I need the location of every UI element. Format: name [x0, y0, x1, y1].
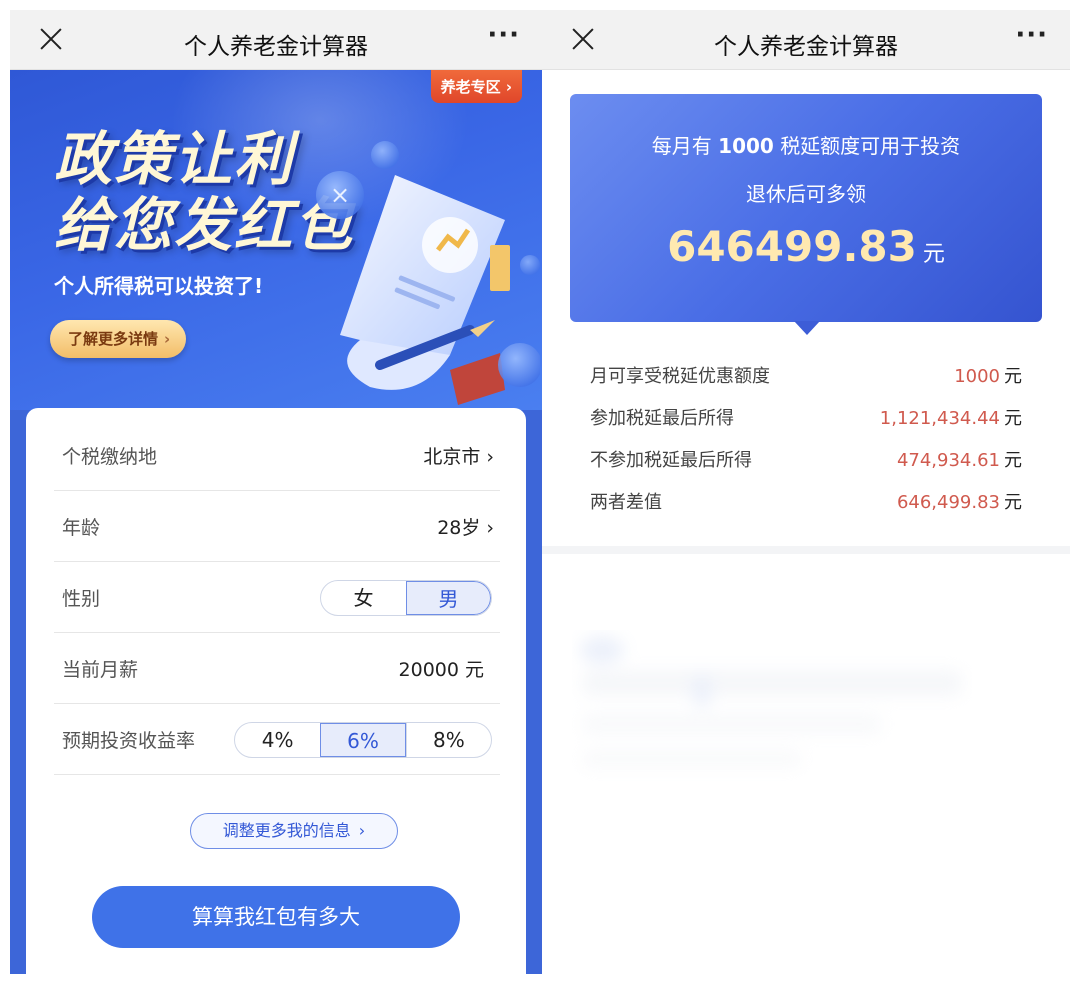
page-title: 个人养老金计算器 [714, 34, 898, 60]
section-divider [542, 546, 1070, 554]
promo-banner[interactable]: 养老专区 › 政策让利 给您发红包 个人所得税可以投资了! 了解更多详情 › × [10, 70, 542, 410]
page-title: 个人养老金计算器 [184, 34, 368, 60]
age-row[interactable]: 年龄 28岁 › [54, 491, 500, 562]
calculator-form-screen: 个人养老金计算器 ··· 养老专区 › 政策让利 给您发红包 个人所得税可以投资… [10, 10, 542, 974]
nav-bar: 个人养老金计算器 ··· [10, 10, 542, 70]
rate-option-6[interactable]: 6% [320, 723, 406, 757]
extra-payout-caption: 退休后可多领 [746, 182, 866, 206]
calculator-result-screen: 个人养老金计算器 ··· 每月有 1000 税延额度可用于投资 退休后可多领 6… [542, 10, 1070, 974]
extra-payout-amount: 646499.83 元 [667, 222, 945, 271]
return-rate-selector[interactable]: 4% 6% 8% [234, 722, 492, 758]
age-value: 28岁 › [437, 517, 494, 539]
gender-option-male[interactable]: 男 [405, 581, 491, 615]
chevron-right-icon: › [486, 446, 494, 468]
chevron-right-icon: › [358, 821, 366, 840]
svg-text:×: × [330, 181, 350, 209]
adjust-info-button[interactable]: 调整更多我的信息 › [190, 813, 398, 849]
gender-option-female[interactable]: 女 [321, 581, 406, 615]
calculate-button[interactable]: 算算我红包有多大 [92, 886, 460, 948]
rate-option-4[interactable]: 4% [235, 723, 320, 757]
info-form-card: 个税缴纳地 北京市 › 年龄 28岁 › 性别 女 男 当前月薪 20000 元 预… [26, 408, 526, 974]
more-menu-icon[interactable]: ··· [1015, 20, 1048, 50]
nav-bar: 个人养老金计算器 ··· [542, 10, 1070, 70]
detail-row: 不参加税延最后所得 474,934.61 元 [590, 450, 1022, 471]
document-pen-illustration: × [316, 141, 540, 405]
result-summary-card: 每月有 1000 税延额度可用于投资 退休后可多领 646499.83 元 [570, 94, 1042, 322]
chevron-right-icon: › [164, 330, 171, 348]
tax-location-value: 北京市 › [423, 446, 494, 468]
monthly-quota-text: 每月有 1000 税延额度可用于投资 [651, 134, 961, 158]
detail-row: 月可享受税延优惠额度 1000 元 [590, 366, 1022, 387]
tax-location-row[interactable]: 个税缴纳地 北京市 › [54, 420, 500, 491]
detail-row: 两者差值 646,499.83 元 [590, 492, 1022, 513]
pension-zone-tag[interactable]: 养老专区 › [430, 70, 522, 103]
detail-row: 参加税延最后所得 1,121,434.44 元 [590, 408, 1022, 429]
learn-more-button[interactable]: 了解更多详情 › [50, 320, 187, 358]
chevron-right-icon: › [486, 517, 494, 539]
monthly-salary-value[interactable]: 20000 元 [399, 655, 484, 682]
result-card-pointer [794, 321, 820, 335]
gender-toggle[interactable]: 女 男 [320, 580, 492, 616]
faded-content-placeholder [580, 636, 962, 768]
chevron-right-icon: › [500, 78, 512, 96]
banner-subline: 个人所得税可以投资了! [54, 274, 264, 298]
gender-row: 性别 女 男 [54, 562, 500, 633]
rate-option-8[interactable]: 8% [405, 723, 491, 757]
monthly-salary-row[interactable]: 当前月薪 20000 元 [54, 633, 500, 704]
more-menu-icon[interactable]: ··· [487, 20, 520, 50]
expected-return-row: 预期投资收益率 4% 6% 8% [54, 704, 500, 775]
